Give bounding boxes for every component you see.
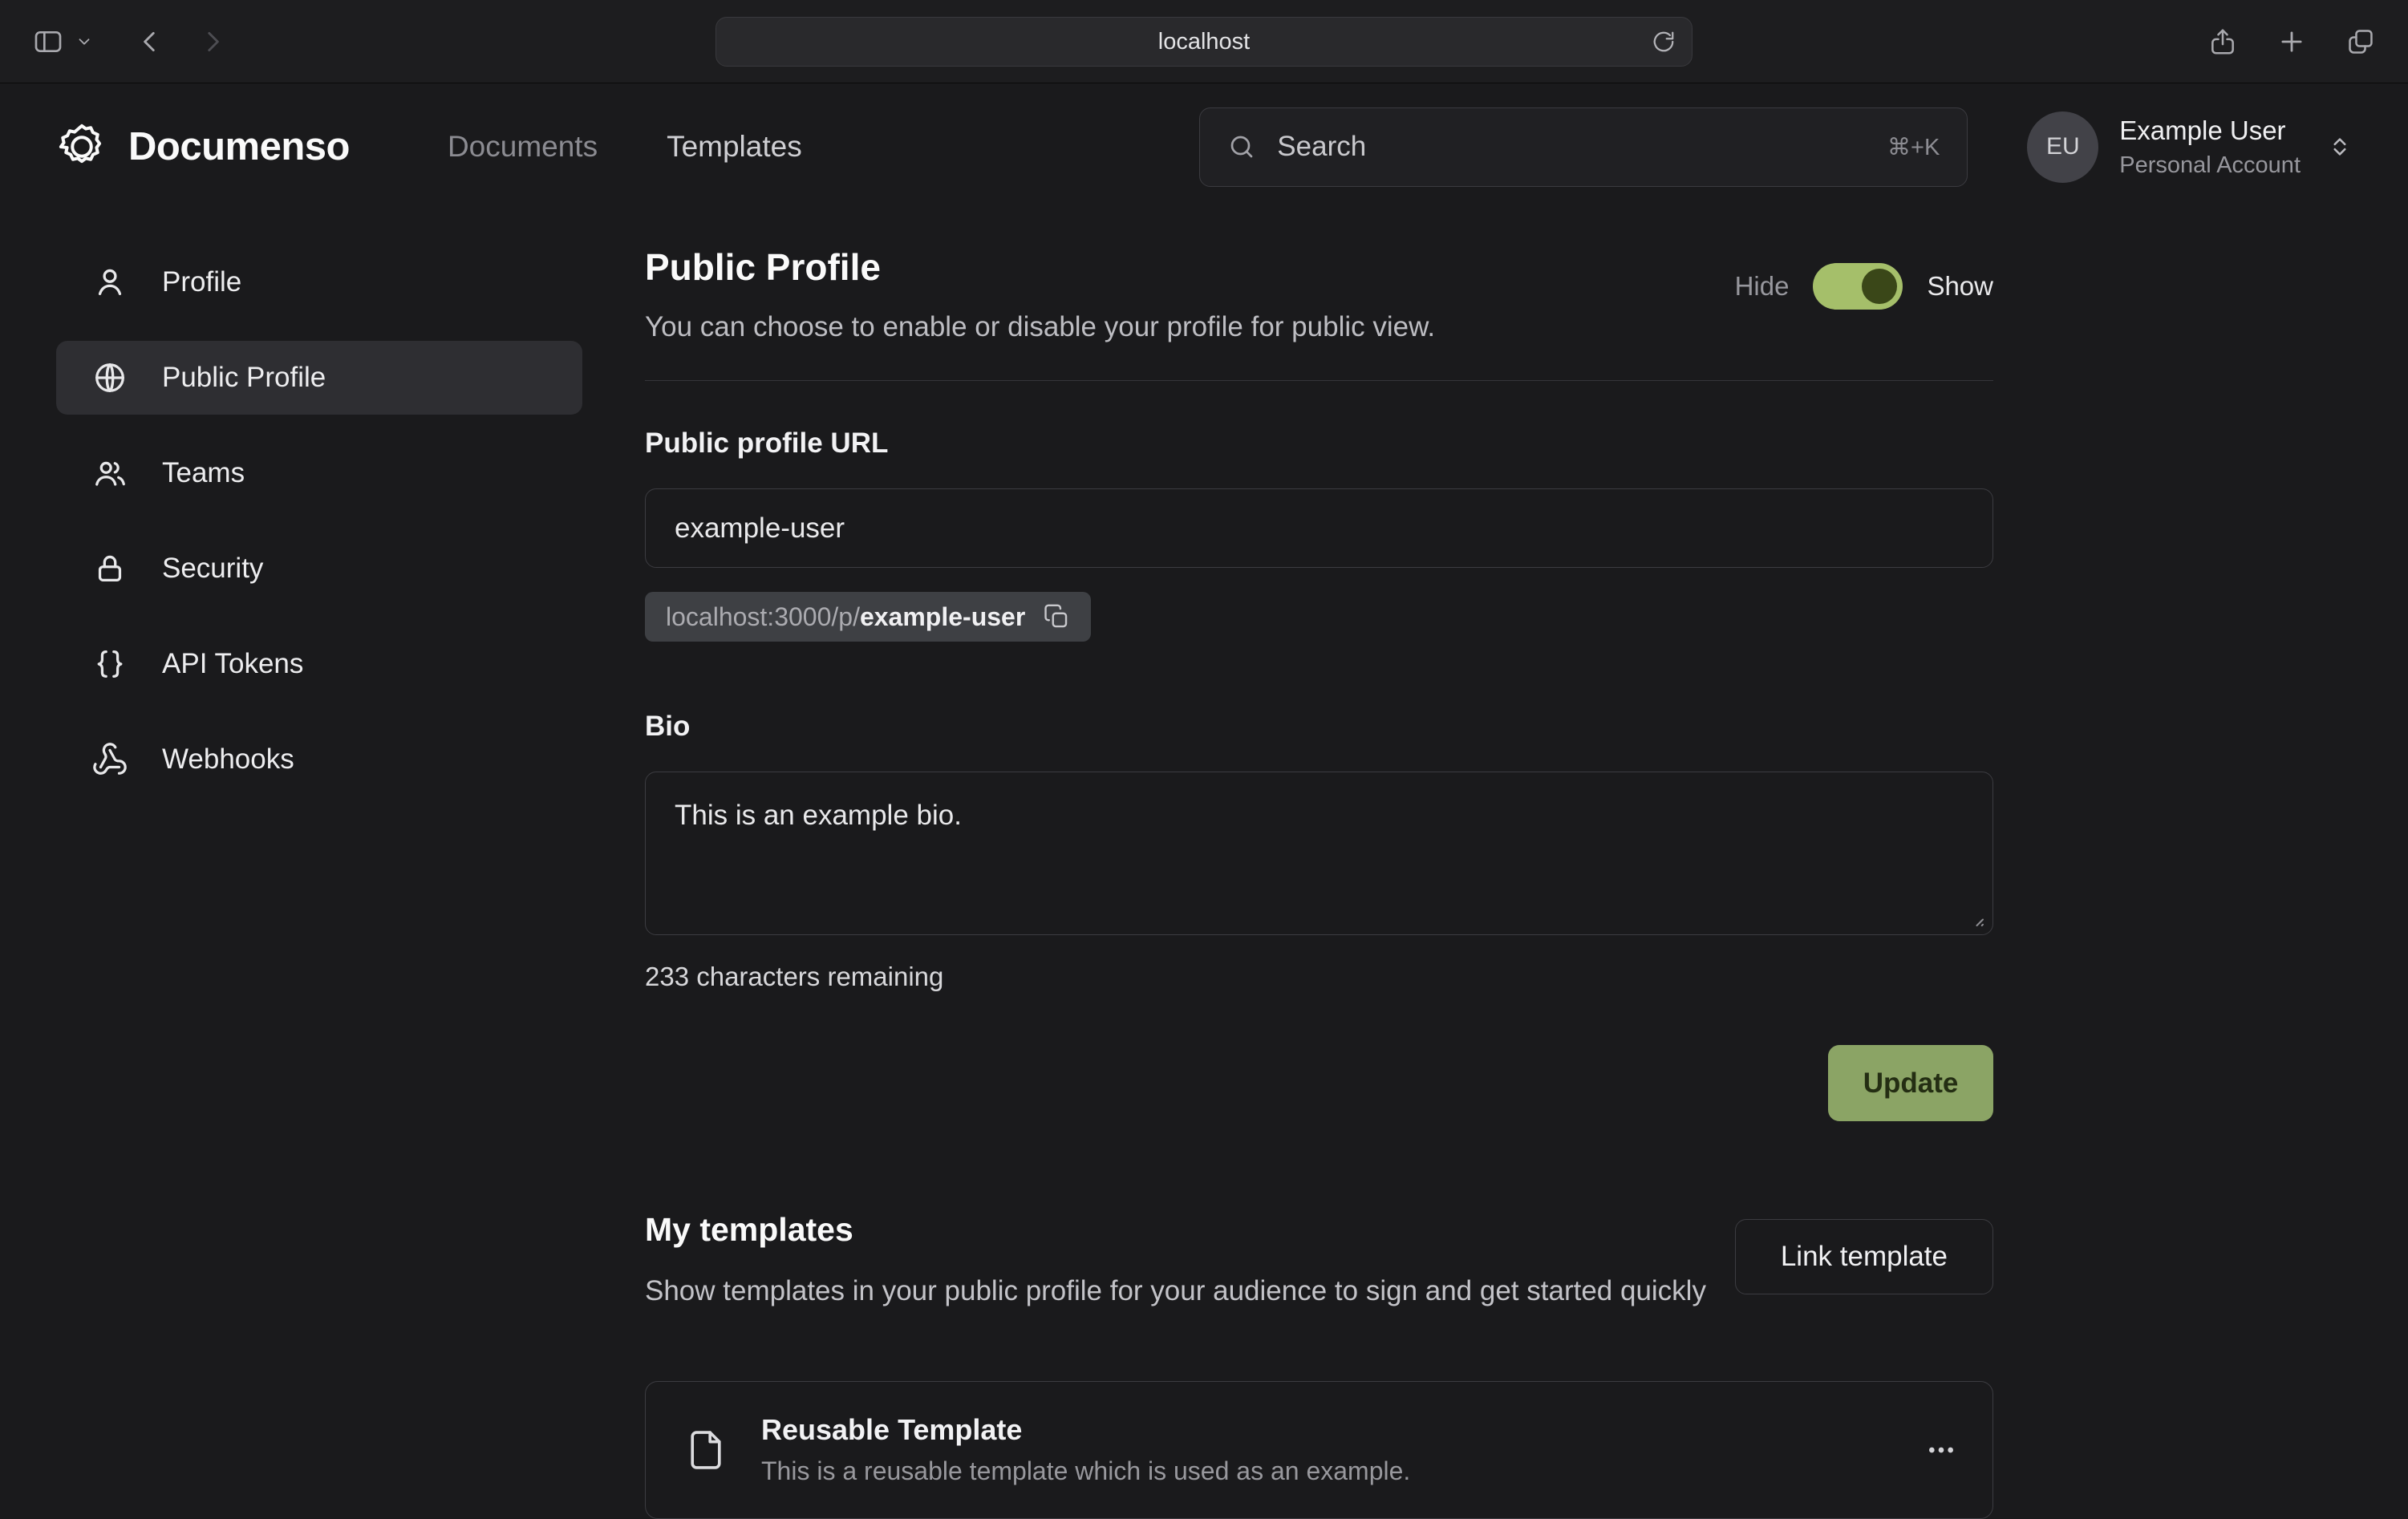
templates-description: Show templates in your public profile fo…	[645, 1271, 1706, 1312]
nav-documents[interactable]: Documents	[448, 130, 598, 164]
sidebar-item-profile[interactable]: Profile	[56, 245, 582, 319]
content: Profile Public Profile Teams Security AP…	[0, 210, 2408, 1519]
page-subtitle: You can choose to enable or disable your…	[645, 311, 1435, 343]
forward-arrow-icon	[199, 28, 226, 55]
chevrons-up-down-icon	[2328, 135, 2352, 159]
url-preview-text: localhost:3000/p/example-user	[666, 602, 1025, 632]
url-field-label: Public profile URL	[645, 427, 1993, 460]
nav-templates[interactable]: Templates	[667, 130, 802, 164]
main-nav: Documents Templates	[448, 130, 802, 164]
app-header: Documenso Documents Templates Search ⌘+K…	[0, 83, 2408, 210]
plus-icon	[2276, 26, 2307, 57]
file-icon	[681, 1425, 731, 1475]
template-description: This is a reusable template which is use…	[761, 1456, 1410, 1486]
tabs-overview-icon	[2345, 26, 2376, 57]
sidebar-item-label: Webhooks	[162, 743, 294, 776]
share-button[interactable]	[2207, 26, 2238, 57]
documenso-logo-icon	[56, 121, 107, 172]
address-bar[interactable]: localhost	[716, 17, 1692, 67]
search-shortcut: ⌘+K	[1887, 133, 1940, 161]
profile-url-input[interactable]	[645, 488, 1993, 568]
user-menu[interactable]: EU Example User Personal Account	[2027, 111, 2352, 183]
section-divider	[645, 380, 1993, 381]
sidebar-toggle-button[interactable]	[32, 26, 64, 58]
templates-title: My templates	[645, 1211, 1706, 1249]
bio-field-label: Bio	[645, 711, 1993, 743]
app-logo[interactable]: Documenso	[56, 121, 350, 172]
braces-icon	[91, 646, 128, 683]
public-profile-panel: Public Profile You can choose to enable …	[645, 245, 1993, 1519]
sidebar-item-label: Teams	[162, 457, 245, 489]
new-tab-button[interactable]	[2276, 26, 2307, 57]
sidebar-item-label: Public Profile	[162, 362, 326, 394]
globe-icon	[91, 359, 128, 396]
sidebar-toggle-icon	[32, 26, 64, 58]
profile-visibility-toggle[interactable]	[1813, 263, 1903, 310]
toolbar-chevron-button[interactable]	[75, 33, 93, 51]
avatar: EU	[2027, 111, 2098, 183]
show-label: Show	[1927, 271, 1993, 302]
forward-button[interactable]	[199, 28, 226, 55]
users-icon	[91, 455, 128, 492]
ellipsis-icon	[1925, 1434, 1957, 1466]
lock-icon	[91, 550, 128, 587]
sidebar-item-public-profile[interactable]: Public Profile	[56, 341, 582, 415]
template-name: Reusable Template	[761, 1413, 1410, 1447]
sidebar-item-webhooks[interactable]: Webhooks	[56, 723, 582, 796]
webhook-icon	[91, 741, 128, 778]
search-input[interactable]: Search ⌘+K	[1199, 107, 1968, 187]
link-template-button[interactable]: Link template	[1735, 1219, 1993, 1294]
user-name: Example User	[2119, 115, 2301, 146]
reload-button[interactable]	[1652, 30, 1676, 54]
chevron-down-icon	[75, 33, 93, 51]
characters-remaining: 233 characters remaining	[645, 962, 1993, 992]
toggle-knob	[1862, 269, 1897, 304]
tabs-overview-button[interactable]	[2345, 26, 2376, 57]
sidebar-item-label: API Tokens	[162, 648, 303, 680]
address-bar-url: localhost	[1158, 29, 1250, 55]
resize-grip-icon	[1963, 905, 1987, 930]
copy-icon	[1043, 603, 1070, 630]
user-account-type: Personal Account	[2119, 152, 2301, 179]
back-button[interactable]	[136, 28, 164, 55]
user-icon	[91, 264, 128, 301]
hide-label: Hide	[1735, 271, 1790, 302]
share-icon	[2207, 26, 2238, 57]
template-menu-button[interactable]	[1925, 1434, 1957, 1466]
bio-textarea[interactable]: This is an example bio.	[645, 772, 1993, 935]
search-placeholder: Search	[1277, 131, 1366, 163]
brand-name: Documenso	[128, 124, 350, 169]
browser-chrome: localhost	[0, 0, 2408, 83]
update-button[interactable]: Update	[1828, 1045, 1993, 1121]
settings-sidebar: Profile Public Profile Teams Security AP…	[56, 245, 582, 796]
reload-icon	[1652, 30, 1676, 54]
sidebar-item-label: Profile	[162, 266, 241, 298]
template-card: Reusable Template This is a reusable tem…	[645, 1381, 1993, 1519]
resize-grip[interactable]	[1963, 905, 1987, 930]
copy-url-button[interactable]	[1043, 603, 1070, 630]
search-icon	[1227, 132, 1256, 161]
my-templates-section: My templates Show templates in your publ…	[645, 1211, 1993, 1519]
back-arrow-icon	[136, 28, 164, 55]
sidebar-item-api-tokens[interactable]: API Tokens	[56, 627, 582, 701]
page-title: Public Profile	[645, 245, 1435, 289]
visibility-control: Hide Show	[1735, 263, 1993, 310]
sidebar-item-label: Security	[162, 553, 263, 585]
sidebar-item-security[interactable]: Security	[56, 532, 582, 606]
profile-url-preview: localhost:3000/p/example-user	[645, 592, 1091, 642]
sidebar-item-teams[interactable]: Teams	[56, 436, 582, 510]
